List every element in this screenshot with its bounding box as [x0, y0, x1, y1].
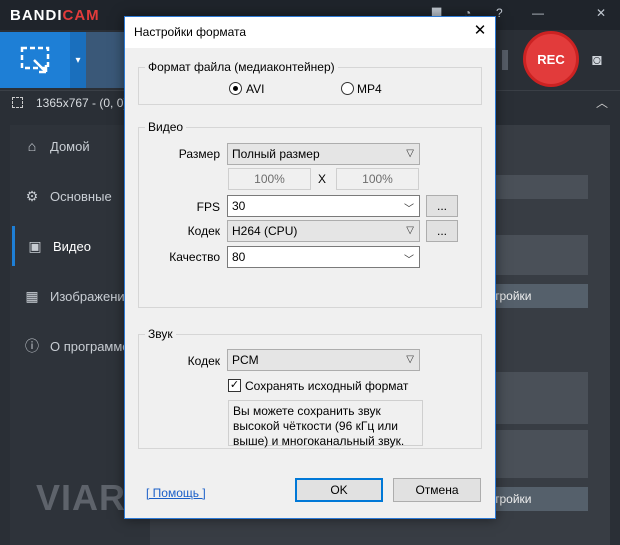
audio-codec-select[interactable]: PCM ▽ — [227, 349, 420, 371]
bg-panel — [492, 235, 588, 275]
chevron-down-icon: ▽ — [406, 148, 414, 159]
codec-more-button[interactable]: ... — [426, 220, 458, 242]
dialog-close-icon[interactable]: ✕ — [468, 21, 492, 43]
info-icon: ⓘ — [25, 338, 39, 354]
chevron-up-icon[interactable]: ︿ — [596, 94, 608, 111]
chevron-down-icon: ▽ — [406, 354, 414, 365]
ok-button[interactable]: OK — [295, 478, 383, 502]
video-group-label: Видео — [145, 120, 187, 134]
pause-icon[interactable] — [502, 50, 508, 70]
bg-settings-button[interactable]: тройки — [492, 284, 588, 308]
bg-panel — [492, 175, 588, 199]
keep-format-checkbox[interactable]: ✓ — [228, 379, 241, 392]
bandicam-logo: BANDICAM — [10, 7, 100, 24]
screen-mode-button[interactable] — [0, 32, 70, 88]
rec-button[interactable]: REC — [523, 31, 579, 87]
camera-icon[interactable]: ◙ — [592, 52, 602, 70]
codec-label: Кодек — [187, 224, 220, 238]
chevron-down-icon: ﹀ — [404, 204, 414, 215]
width-percent-field[interactable]: 100% — [228, 168, 311, 190]
help-link[interactable]: [ Помощь ] — [146, 486, 206, 500]
mode-dropdown-arrow[interactable]: ▾ — [70, 32, 86, 88]
audio-group-label: Звук — [145, 327, 176, 341]
size-select[interactable]: Полный размер ▽ — [227, 143, 420, 165]
gear-icon: ⚙ — [25, 187, 39, 204]
minimize-icon[interactable]: — — [532, 6, 544, 20]
bg-panel — [492, 430, 588, 478]
cancel-button[interactable]: Отмена — [393, 478, 481, 502]
height-percent-field[interactable]: 100% — [336, 168, 419, 190]
fps-more-button[interactable]: ... — [426, 195, 458, 217]
home-icon: ⌂ — [27, 138, 37, 154]
chevron-down-icon: ▽ — [406, 225, 414, 236]
bg-settings-button[interactable]: тройки — [492, 487, 588, 511]
resolution-text: 1365x767 - (0, 0), — [36, 96, 131, 110]
radio-mp4-label: MP4 — [357, 82, 382, 96]
quality-label: Качество — [169, 250, 220, 264]
video-codec-select[interactable]: H264 (CPU) ▽ — [227, 220, 420, 242]
size-label: Размер — [178, 147, 220, 161]
chevron-down-icon: ﹀ — [404, 255, 414, 266]
fps-label: FPS — [196, 200, 220, 214]
radio-avi[interactable] — [229, 82, 242, 95]
radio-avi-label: AVI — [246, 82, 265, 96]
audio-codec-label: Кодек — [187, 354, 220, 368]
keep-format-label: Сохранять исходный формат — [245, 379, 409, 393]
fps-select[interactable]: 30 ﹀ — [227, 195, 420, 217]
bg-panel — [492, 372, 588, 424]
radio-mp4[interactable] — [341, 82, 354, 95]
close-icon[interactable]: ✕ — [596, 6, 606, 20]
format-group-label: Формат файла (медиаконтейнер) — [145, 60, 338, 74]
game-mode-button[interactable] — [86, 32, 126, 88]
dialog-title: Настройки формата — [134, 25, 247, 39]
region-icon — [12, 97, 23, 108]
size-separator: X — [318, 172, 327, 186]
audio-note: Вы можете сохранить звук высокой чёткост… — [228, 400, 423, 448]
help-icon[interactable]: ? — [496, 6, 503, 20]
video-icon: ▣ — [28, 237, 42, 254]
screen-select-icon — [20, 46, 50, 74]
image-icon: ▦ — [25, 287, 39, 304]
quality-select[interactable]: 80 ﹀ — [227, 246, 420, 268]
